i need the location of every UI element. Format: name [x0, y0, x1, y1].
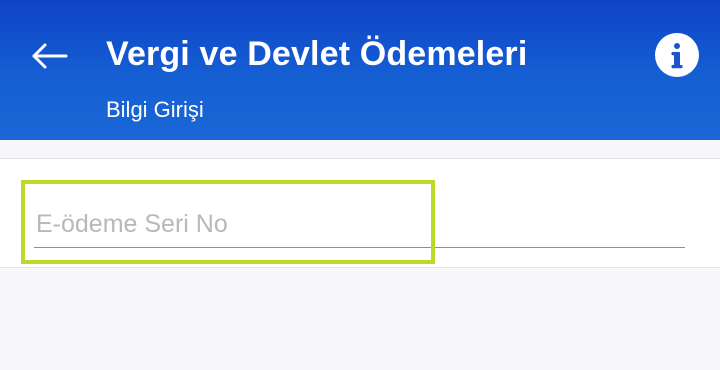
page-title: Vergi ve Devlet Ödemeleri — [106, 35, 528, 73]
page-subtitle: Bilgi Girişi — [106, 97, 204, 122]
app-bar: Vergi ve Devlet Ödemeleri Bilgi Girişi — [0, 0, 720, 140]
eodeme-serial-field-wrapper — [34, 202, 685, 248]
info-icon — [671, 43, 683, 69]
back-button[interactable] — [24, 34, 74, 78]
info-button[interactable] — [655, 33, 699, 77]
eodeme-serial-input[interactable] — [34, 202, 685, 248]
arrow-left-icon — [32, 43, 68, 69]
